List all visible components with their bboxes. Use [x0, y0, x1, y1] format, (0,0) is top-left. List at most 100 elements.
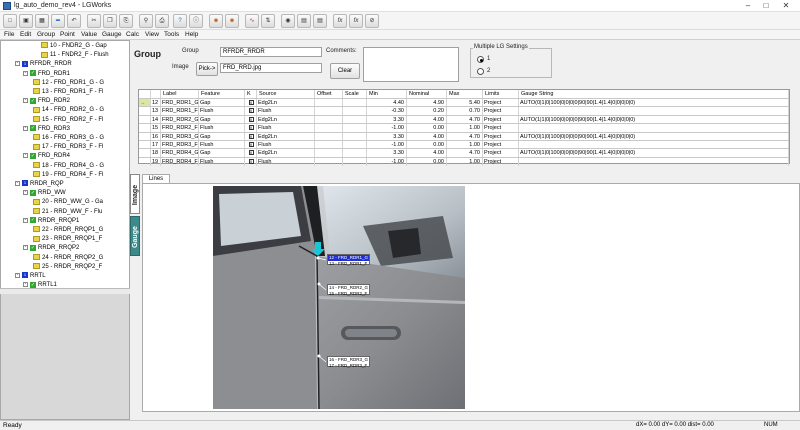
k-checkbox[interactable]: X: [248, 158, 254, 164]
k-checkbox[interactable]: X: [248, 142, 254, 148]
maximize-button[interactable]: □: [758, 1, 774, 11]
cut-icon[interactable]: ✂: [87, 14, 101, 28]
row-selector[interactable]: [139, 157, 151, 166]
k-checkbox[interactable]: X: [248, 108, 254, 114]
table-row[interactable]: 19 FRD_RDR4_F Flush X Flush -1.00 0.00 1.00 Proj…: [139, 156, 789, 166]
save-icon[interactable]: ▦: [35, 14, 49, 28]
collapse-toggle-icon[interactable]: -: [15, 180, 20, 186]
column-header[interactable]: Nominal: [407, 90, 447, 98]
tree-item[interactable]: 25 - RRDR_RRQP2_F: [33, 263, 102, 272]
k-checkbox[interactable]: X: [248, 100, 254, 106]
users-icon[interactable]: ☻: [209, 14, 223, 28]
tree-item[interactable]: 15 - FRD_RDR2_F - Fl: [33, 116, 103, 125]
table-row[interactable]: 15 FRD_RDR2_F Flush X Flush -1.00 0.00 1.00 Proj…: [139, 123, 789, 133]
tree-item[interactable]: 24 - RRDR_RRQP2_G: [33, 254, 103, 263]
tree-item[interactable]: 11 - FNDR2_F - Flush: [41, 51, 109, 60]
column-header[interactable]: Scale: [343, 90, 367, 98]
table-row[interactable]: 14 FRD_RDR2_G Gap X Edg2Ln 3.30 4.00 4.70 Projec…: [139, 114, 789, 124]
cell-label[interactable]: FRD_RDR4_F: [161, 157, 199, 166]
tab-lines[interactable]: Lines: [142, 174, 170, 183]
cell-max[interactable]: 1.00: [447, 157, 483, 166]
column-header[interactable]: Max: [447, 90, 483, 98]
tree-item[interactable]: - ✓ FRD_RDR3: [23, 125, 70, 134]
tree-item[interactable]: 13 - FRD_RDR1_F - Fl: [33, 88, 103, 97]
cell-limits[interactable]: Project: [483, 157, 519, 166]
cell-source[interactable]: Flush: [257, 157, 315, 166]
tree-item[interactable]: - ✓ FRD_RDR1: [23, 70, 70, 79]
column-header[interactable]: Source: [257, 90, 315, 98]
function-alt-icon[interactable]: fx: [349, 14, 363, 28]
help-icon[interactable]: ?: [173, 14, 187, 28]
table-row[interactable]: 13 FRD_RDR1_F Flush X Flush -0.30 0.20 0.70 Proj…: [139, 106, 789, 116]
chart-icon[interactable]: ∿: [245, 14, 259, 28]
tree-item[interactable]: -1 RRTL: [15, 272, 46, 281]
menu-edit[interactable]: Edit: [20, 31, 31, 38]
image-file-field[interactable]: FRD_RRD.jpg: [220, 63, 322, 73]
column-header[interactable]: Limits: [483, 90, 519, 98]
paste-icon[interactable]: ⎘: [119, 14, 133, 28]
menu-help[interactable]: Help: [185, 31, 198, 38]
image-viewer[interactable]: 12 - FRD_RDR1_G 13 - FRD_RDR1_F 14 - FRD…: [142, 183, 800, 412]
column-header[interactable]: K: [245, 90, 257, 98]
collapse-toggle-icon[interactable]: -: [23, 125, 28, 131]
function-icon[interactable]: fx: [333, 14, 347, 28]
callout-rdr1[interactable]: 12 - FRD_RDR1_G 13 - FRD_RDR1_F: [327, 254, 370, 266]
collapse-toggle-icon[interactable]: -: [23, 98, 28, 104]
tree-item[interactable]: 23 - RRDR_RRQP1_F: [33, 235, 102, 244]
column-header-blank[interactable]: [151, 90, 161, 98]
column-header[interactable]: Gauge String: [519, 90, 789, 98]
cancel-icon[interactable]: ⊘: [365, 14, 379, 28]
cell-scale[interactable]: [343, 157, 367, 166]
group-name-field[interactable]: RFRDR_RRDR: [220, 47, 322, 57]
collapse-toggle-icon[interactable]: -: [15, 61, 20, 67]
collapse-toggle-icon[interactable]: -: [15, 272, 20, 278]
column-header-blank[interactable]: [139, 90, 151, 98]
callout-rdr3[interactable]: 16 - FRD_RDR3_G 17 - FRD_RDR3_F: [327, 356, 370, 368]
copy-icon[interactable]: ❐: [103, 14, 117, 28]
menu-view[interactable]: View: [145, 31, 159, 38]
car-door-photo[interactable]: [213, 186, 465, 409]
layers-icon[interactable]: ▤: [297, 14, 311, 28]
radio-option-2[interactable]: [477, 68, 484, 75]
collapse-toggle-icon[interactable]: -: [23, 282, 28, 288]
print-icon[interactable]: ⎙: [155, 14, 169, 28]
column-header[interactable]: Feature: [199, 90, 245, 98]
collapse-toggle-icon[interactable]: -: [23, 153, 28, 159]
k-checkbox[interactable]: X: [248, 125, 254, 131]
tree-item[interactable]: -1 RRDR_RQP: [15, 180, 64, 189]
cell-min[interactable]: -1.00: [367, 157, 407, 166]
tree-item[interactable]: - ✓ FRD_RDR4: [23, 152, 70, 161]
table-row[interactable]: 18 FRD_RDR4_G Gap X Edg2Ln 3.30 4.00 4.70 Projec…: [139, 148, 789, 158]
k-checkbox[interactable]: X: [248, 116, 254, 122]
pick-image-button[interactable]: Pick->: [196, 62, 218, 76]
cell-num[interactable]: 19: [151, 157, 161, 166]
group-users-icon[interactable]: ☻: [225, 14, 239, 28]
tree-item[interactable]: 21 - RRD_WW_F - Flu: [33, 208, 102, 217]
tree-item[interactable]: 22 - RRDR_RRQP1_G: [33, 226, 103, 235]
tree-item[interactable]: -1 RFRDR_RRDR: [15, 60, 72, 69]
menu-calc[interactable]: Calc: [126, 31, 139, 38]
tree-item[interactable]: - ✓ FRD_RDR2: [23, 97, 70, 106]
cell-feature[interactable]: Flush: [199, 157, 245, 166]
tree-item[interactable]: - ✓ RRD_WW: [23, 189, 66, 198]
column-header[interactable]: Offset: [315, 90, 343, 98]
radio-option-1[interactable]: [477, 56, 484, 63]
new-icon[interactable]: □: [3, 14, 17, 28]
tree-item[interactable]: - ✓ RRDR_RRQP2: [23, 244, 79, 253]
menu-point[interactable]: Point: [60, 31, 75, 38]
back-icon[interactable]: ➦: [51, 14, 65, 28]
cell-gauge[interactable]: [519, 157, 789, 166]
tree-item[interactable]: 19 - FRD_RDR4_F - Fl: [33, 171, 103, 180]
k-checkbox-cell[interactable]: X: [245, 157, 257, 166]
tab-image[interactable]: Image: [130, 174, 140, 214]
k-checkbox[interactable]: X: [248, 150, 254, 156]
comments-field[interactable]: [363, 47, 459, 82]
menu-group[interactable]: Group: [37, 31, 55, 38]
minimize-button[interactable]: –: [740, 1, 756, 11]
table-row[interactable]: → 12 FRD_RDR1_G Gap X Edg2Ln 4.40 4.90 5.40 Proje…: [139, 98, 789, 107]
open-icon[interactable]: ▣: [19, 14, 33, 28]
stack-icon[interactable]: ▤: [313, 14, 327, 28]
table-row[interactable]: 16 FRD_RDR3_G Gap X Edg2Ln 3.30 4.00 4.70 Projec…: [139, 131, 789, 141]
column-header[interactable]: Min: [367, 90, 407, 98]
tree-item[interactable]: 18 - FRD_RDR4_G - G: [33, 162, 104, 171]
